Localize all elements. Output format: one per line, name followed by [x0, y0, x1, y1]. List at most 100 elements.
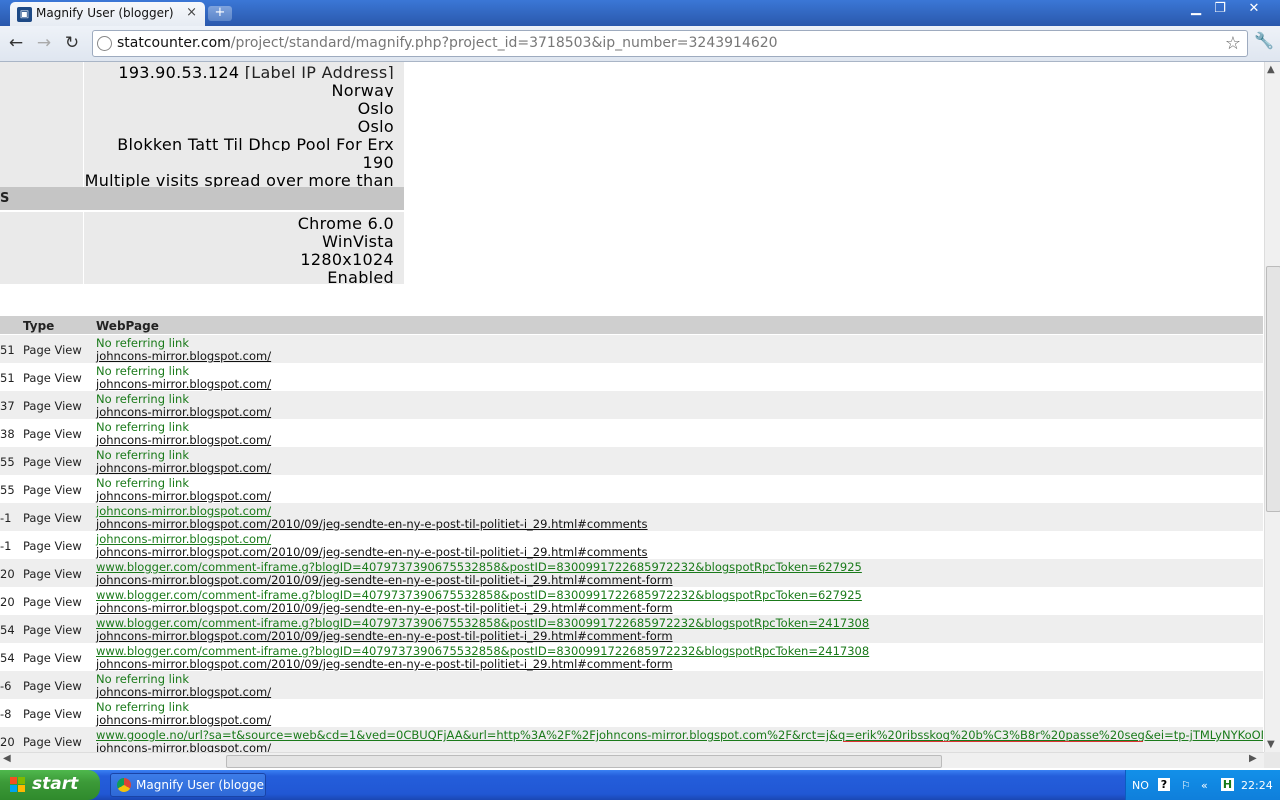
help-icon[interactable]: ? — [1158, 778, 1170, 791]
referrer-text: No referring link — [96, 672, 189, 686]
info-value-cell: Oslo — [84, 115, 404, 136]
page-link[interactable]: johncons-mirror.blogspot.com/ — [96, 685, 271, 699]
horizontal-scrollbar[interactable]: ◀ ▶ — [0, 752, 1264, 768]
clock: 22:24 — [1241, 779, 1273, 792]
table-row: 38 Page View No referring link johncons-mir… — [0, 419, 1263, 447]
table-row: 37 Page View No referring link johncons-mir… — [0, 391, 1263, 419]
page-link[interactable]: johncons-mirror.blogspot.com/2010/09/jeg… — [96, 601, 673, 615]
info-row: Multiple visits spread over more than on… — [0, 169, 404, 209]
referrer-text: No referring link — [96, 336, 189, 350]
browser-tab[interactable]: ▣ Magnify User (blogger) × — [10, 2, 205, 26]
page-link[interactable]: johncons-mirror.blogspot.com/ — [96, 489, 271, 503]
info-value-cell: Oslo — [84, 97, 404, 118]
page-link[interactable]: johncons-mirror.blogspot.com/2010/09/jeg… — [96, 517, 648, 531]
referrer-text: No referring link — [96, 420, 189, 434]
address-bar[interactable]: statcounter.com/project/standard/magnify… — [92, 30, 1248, 57]
visit-type: Page View — [23, 539, 82, 553]
info-label-cell — [0, 169, 84, 187]
referrer-text: No referring link — [96, 448, 189, 462]
visit-type: Page View — [23, 679, 82, 693]
tab-close-icon[interactable]: × — [186, 5, 197, 20]
referrer-link[interactable]: johncons-mirror.blogspot.com/ — [96, 532, 271, 546]
statcounter-favicon-icon: ▣ — [17, 7, 32, 22]
bookmark-star-icon[interactable]: ☆ — [1225, 33, 1241, 54]
page-link[interactable]: johncons-mirror.blogspot.com/2010/09/jeg… — [96, 657, 673, 671]
language-indicator[interactable]: NO — [1132, 779, 1149, 792]
info-label-cell — [0, 62, 84, 79]
time-fragment: 38 — [0, 427, 15, 441]
maximize-button[interactable]: ❐ — [1206, 0, 1234, 18]
tab-title: Magnify User (blogger) — [36, 6, 174, 20]
info-value: Enabled — [327, 268, 394, 287]
scroll-left-icon[interactable]: ◀ — [3, 753, 11, 764]
back-arrow-icon[interactable]: ← — [5, 32, 27, 54]
table-row: -1 Page View johncons-mirror.blogspot.com/… — [0, 503, 1263, 531]
time-fragment: 20 — [0, 735, 15, 749]
info-label-cell — [0, 151, 84, 169]
referrer-link[interactable]: www.blogger.com/comment-iframe.g?blogID=… — [96, 588, 862, 602]
info-value-cell: WinVista — [84, 230, 404, 251]
scroll-down-icon[interactable]: ▼ — [1267, 739, 1275, 750]
referrer-link[interactable]: www.blogger.com/comment-iframe.g?blogID=… — [96, 644, 869, 658]
page-link[interactable]: johncons-mirror.blogspot.com/ — [96, 461, 271, 475]
page-link[interactable]: johncons-mirror.blogspot.com/ — [96, 349, 271, 363]
tray-arrow-icon[interactable]: « — [1201, 779, 1208, 792]
page-link[interactable]: johncons-mirror.blogspot.com/ — [96, 405, 271, 419]
info-value-cell: Multiple visits spread over more than on… — [84, 169, 404, 209]
table-row: -6 Page View No referring link johncons-mir… — [0, 671, 1263, 699]
reload-icon[interactable]: ↻ — [61, 32, 83, 54]
table-row: 51 Page View No referring link johncons-mir… — [0, 363, 1263, 391]
page-link[interactable]: johncons-mirror.blogspot.com/ — [96, 377, 271, 391]
forward-arrow-icon[interactable]: → — [33, 32, 55, 54]
network-icon[interactable]: ⚐ — [1181, 779, 1191, 792]
table-row: 54 Page View www.blogger.com/comment-ifram… — [0, 615, 1263, 643]
visits-table-header: Type WebPage — [0, 316, 1263, 334]
windows-taskbar: start Magnify User (blogge... NO ? ⚐ « H… — [0, 770, 1280, 800]
new-tab-button[interactable]: + — [208, 6, 232, 21]
referrer-link[interactable]: johncons-mirror.blogspot.com/ — [96, 504, 271, 518]
info-label-cell — [0, 79, 84, 97]
time-fragment: 20 — [0, 595, 15, 609]
browser-tab-bar: ▣ Magnify User (blogger) × + ▁ ❐ ✕ — [0, 0, 1280, 26]
page-link[interactable]: johncons-mirror.blogspot.com/ — [96, 741, 271, 752]
chrome-icon — [117, 778, 131, 792]
url-text[interactable]: statcounter.com/project/standard/magnify… — [117, 35, 778, 51]
vertical-scroll-thumb[interactable] — [1266, 266, 1280, 512]
close-window-button[interactable]: ✕ — [1240, 0, 1268, 18]
info-row: 193.90.53.124 [Label IP Address] — [0, 62, 404, 82]
page-icon — [97, 36, 112, 51]
info-label-cell — [0, 230, 84, 248]
referrer-text: No referring link — [96, 700, 189, 714]
page-link[interactable]: johncons-mirror.blogspot.com/2010/09/jeg… — [96, 573, 673, 587]
time-fragment: -1 — [0, 539, 12, 553]
referrer-link[interactable]: www.google.no/url?sa=t&source=web&cd=1&v… — [96, 728, 1263, 742]
page-link[interactable]: johncons-mirror.blogspot.com/2010/09/jeg… — [96, 545, 648, 559]
referrer-link[interactable]: www.blogger.com/comment-iframe.g?blogID=… — [96, 560, 862, 574]
horizontal-scroll-thumb[interactable] — [226, 755, 942, 768]
time-fragment: 55 — [0, 455, 15, 469]
scroll-up-icon[interactable]: ▲ — [1267, 64, 1275, 75]
scroll-right-icon[interactable]: ▶ — [1249, 753, 1257, 764]
info-value-cell: 193.90.53.124 [Label IP Address] — [84, 62, 404, 82]
table-row: 55 Page View No referring link johncons-mir… — [0, 475, 1263, 503]
vertical-scrollbar[interactable]: ▲ ▼ — [1264, 62, 1280, 752]
page-link[interactable]: johncons-mirror.blogspot.com/ — [96, 433, 271, 447]
type-column-header: Type — [23, 319, 55, 333]
visit-type: Page View — [23, 595, 82, 609]
url-path: /project/standard/magnify.php?project_id… — [230, 35, 778, 51]
start-label: start — [32, 774, 79, 794]
tray-app-icon[interactable]: H — [1221, 778, 1234, 791]
taskbar-chrome-item[interactable]: Magnify User (blogge... — [110, 773, 266, 797]
referrer-link[interactable]: www.blogger.com/comment-iframe.g?blogID=… — [96, 616, 869, 630]
info-label-cell — [0, 212, 84, 230]
start-button[interactable]: start — [0, 770, 100, 800]
table-row: 20 Page View www.blogger.com/comment-ifram… — [0, 587, 1263, 615]
page-link[interactable]: johncons-mirror.blogspot.com/ — [96, 713, 271, 727]
wrench-menu-icon[interactable]: 🔧 — [1254, 31, 1274, 50]
table-row: 51 Page View No referring link johncons-mir… — [0, 335, 1263, 363]
visit-type: Page View — [23, 343, 82, 357]
page-link[interactable]: johncons-mirror.blogspot.com/2010/09/jeg… — [96, 629, 673, 643]
visit-type: Page View — [23, 651, 82, 665]
table-row: 20 Page View www.blogger.com/comment-ifram… — [0, 559, 1263, 587]
info-label-cell — [0, 248, 84, 266]
